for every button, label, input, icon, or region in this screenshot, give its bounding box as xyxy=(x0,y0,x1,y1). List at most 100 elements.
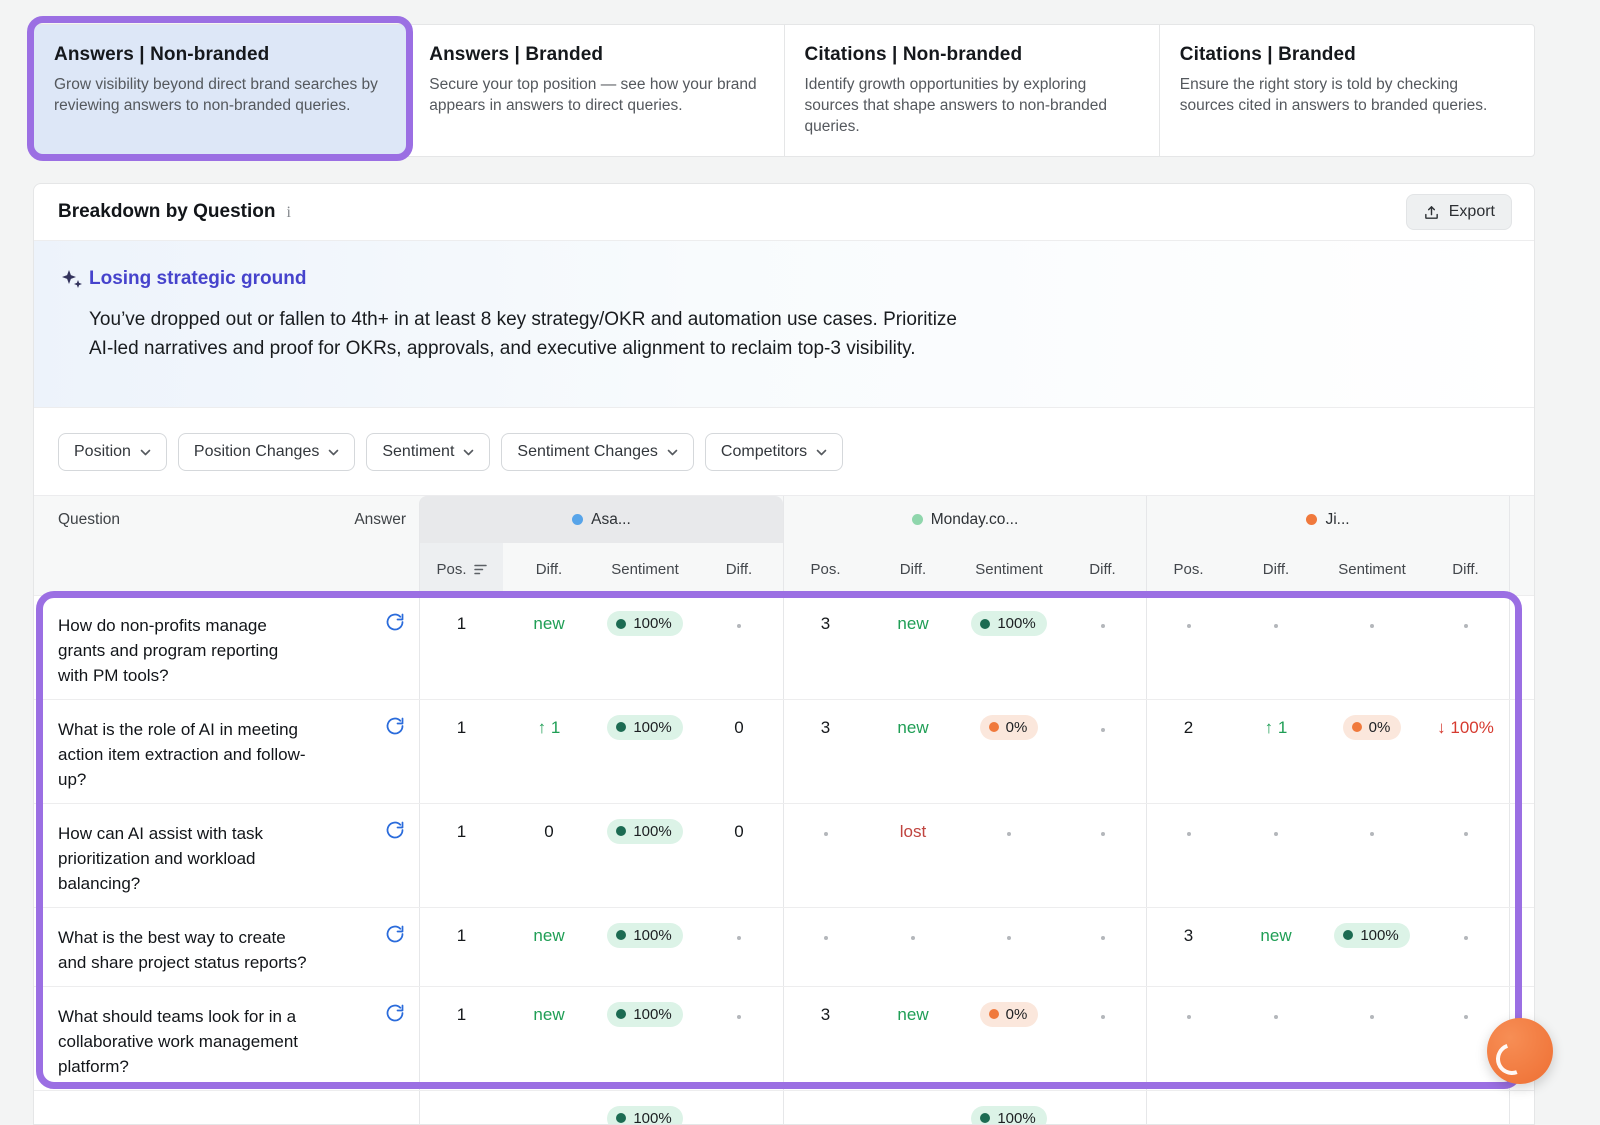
column-header-sentiment[interactable]: Sentiment xyxy=(1322,543,1422,595)
jira-dot-icon xyxy=(1306,514,1317,525)
diff-cell: new xyxy=(867,987,959,1090)
sentiment-cell: 100% xyxy=(959,596,1059,699)
column-header-sentiment[interactable]: Sentiment xyxy=(595,543,695,595)
diff-cell: new xyxy=(1230,908,1322,986)
sentiment-pill: 100% xyxy=(971,611,1046,636)
sentiment-pill: 100% xyxy=(607,1106,682,1125)
row-filler xyxy=(1509,700,1535,803)
filter-position-changes[interactable]: Position Changes xyxy=(178,433,355,471)
pos-cell xyxy=(783,804,867,907)
tab-title: Answers | Non-branded xyxy=(54,44,386,66)
monday-dot-icon xyxy=(912,514,923,525)
filter-bar: Position Position Changes Sentiment Sent… xyxy=(34,408,1534,495)
sentiment-diff-cell xyxy=(695,908,783,986)
column-header-diff[interactable]: Diff. xyxy=(1230,543,1322,595)
pos-cell: 3 xyxy=(783,987,867,1090)
sentiment-dot-icon xyxy=(616,1113,626,1123)
empty-value-dot xyxy=(1464,832,1468,836)
pos-cell xyxy=(1146,804,1230,907)
tab-answers-branded[interactable]: Answers | Branded Secure your top positi… xyxy=(409,25,784,156)
filter-sentiment-changes[interactable]: Sentiment Changes xyxy=(501,433,694,471)
column-header-sentiment-diff[interactable]: Diff. xyxy=(1059,543,1146,595)
pos-cell: 1 xyxy=(419,908,503,986)
sentiment-cell xyxy=(1322,804,1422,907)
filter-sentiment[interactable]: Sentiment xyxy=(366,433,490,471)
position-value: 3 xyxy=(1184,926,1193,946)
column-header-sentiment[interactable]: Sentiment xyxy=(959,543,1059,595)
table-row: How can AI assist with task prioritizati… xyxy=(34,803,1534,907)
empty-value-dot xyxy=(824,832,828,836)
position-value: 3 xyxy=(821,718,830,738)
sentiment-pill: 100% xyxy=(607,923,682,948)
export-button[interactable]: Export xyxy=(1406,194,1512,230)
subheader-spacer xyxy=(34,543,346,595)
refresh-icon[interactable] xyxy=(385,1003,405,1090)
filter-label: Position xyxy=(74,443,131,461)
breakdown-panel: Breakdown by Question i Export Losing st… xyxy=(33,183,1535,1125)
refresh-icon[interactable] xyxy=(385,612,405,699)
filter-competitors[interactable]: Competitors xyxy=(705,433,843,471)
empty-value-dot xyxy=(1464,936,1468,940)
refresh-icon[interactable] xyxy=(385,716,405,803)
sentiment-diff-cell xyxy=(695,1091,783,1125)
question-text[interactable]: What is the best way to create and share… xyxy=(34,908,346,986)
tab-title: Answers | Branded xyxy=(429,44,761,66)
diff-cell: ↑ 1 xyxy=(503,700,595,803)
sentiment-dot-icon xyxy=(1343,930,1353,940)
question-column-header: Question xyxy=(34,496,346,543)
tab-citations-non-branded[interactable]: Citations | Non-branded Identify growth … xyxy=(785,25,1160,156)
diff-cell: lost xyxy=(867,804,959,907)
column-header-sentiment-diff[interactable]: Diff. xyxy=(1422,543,1509,595)
column-header-pos[interactable]: Pos. xyxy=(419,543,503,595)
question-text[interactable]: What should teams look for in a collabor… xyxy=(34,987,346,1090)
question-text[interactable]: What is the role of AI in meeting action… xyxy=(34,700,346,803)
competitor-group-jira[interactable]: Ji... xyxy=(1146,496,1509,543)
subheader-spacer xyxy=(346,543,419,595)
sentiment-pill: 0% xyxy=(980,1002,1039,1027)
filter-position[interactable]: Position xyxy=(58,433,167,471)
refresh-icon[interactable] xyxy=(385,924,405,986)
info-icon[interactable]: i xyxy=(286,204,290,222)
sentiment-dot-icon xyxy=(989,722,999,732)
sentiment-diff-cell xyxy=(1059,700,1146,803)
position-diff-value: lost xyxy=(900,822,926,842)
table-subheader-row: Pos. Diff. Sentiment Diff. Pos. Diff. Se… xyxy=(34,543,1534,595)
assistant-fab[interactable] xyxy=(1487,1018,1553,1084)
diff-cell: new xyxy=(503,596,595,699)
tab-description: Ensure the right story is told by checki… xyxy=(1180,75,1512,117)
position-value: 2 xyxy=(1184,718,1193,738)
empty-value-dot xyxy=(824,936,828,940)
insight-body: You’ve dropped out or fallen to 4th+ in … xyxy=(89,305,961,364)
empty-value-dot xyxy=(1101,1015,1105,1019)
column-header-sentiment-diff[interactable]: Diff. xyxy=(695,543,783,595)
question-text[interactable] xyxy=(34,1091,346,1125)
pos-cell: 3 xyxy=(783,596,867,699)
sparkle-icon xyxy=(60,268,84,297)
question-text[interactable]: How do non-profits manage grants and pro… xyxy=(34,596,346,699)
empty-value-dot xyxy=(1274,624,1278,628)
empty-value-dot xyxy=(737,624,741,628)
sentiment-diff-cell xyxy=(1422,1091,1509,1125)
competitor-group-monday[interactable]: Monday.co... xyxy=(783,496,1146,543)
sentiment-cell: 100% xyxy=(595,987,695,1090)
question-text[interactable]: How can AI assist with task prioritizati… xyxy=(34,804,346,907)
table-row: 100%100% xyxy=(34,1090,1534,1125)
position-value: 3 xyxy=(821,1005,830,1025)
diff-cell: new xyxy=(867,700,959,803)
column-header-diff[interactable]: Diff. xyxy=(867,543,959,595)
tab-citations-branded[interactable]: Citations | Branded Ensure the right sto… xyxy=(1160,25,1534,156)
tab-answers-non-branded[interactable]: Answers | Non-branded Grow visibility be… xyxy=(34,25,409,156)
competitor-group-asana[interactable]: Asa... xyxy=(419,496,783,543)
answer-cell xyxy=(346,1091,419,1125)
refresh-icon[interactable] xyxy=(385,820,405,907)
sentiment-cell: 100% xyxy=(595,596,695,699)
sentiment-pill: 0% xyxy=(1343,715,1402,740)
column-header-pos[interactable]: Pos. xyxy=(1146,543,1230,595)
empty-value-dot xyxy=(1101,936,1105,940)
sentiment-pill: 100% xyxy=(607,819,682,844)
sentiment-diff-value: ↓ 100% xyxy=(1437,718,1494,738)
column-header-diff[interactable]: Diff. xyxy=(503,543,595,595)
breakdown-table: Question Answer Asa... Monday.co... Ji..… xyxy=(34,495,1534,1125)
sort-icon[interactable] xyxy=(474,564,487,575)
column-header-pos[interactable]: Pos. xyxy=(783,543,867,595)
